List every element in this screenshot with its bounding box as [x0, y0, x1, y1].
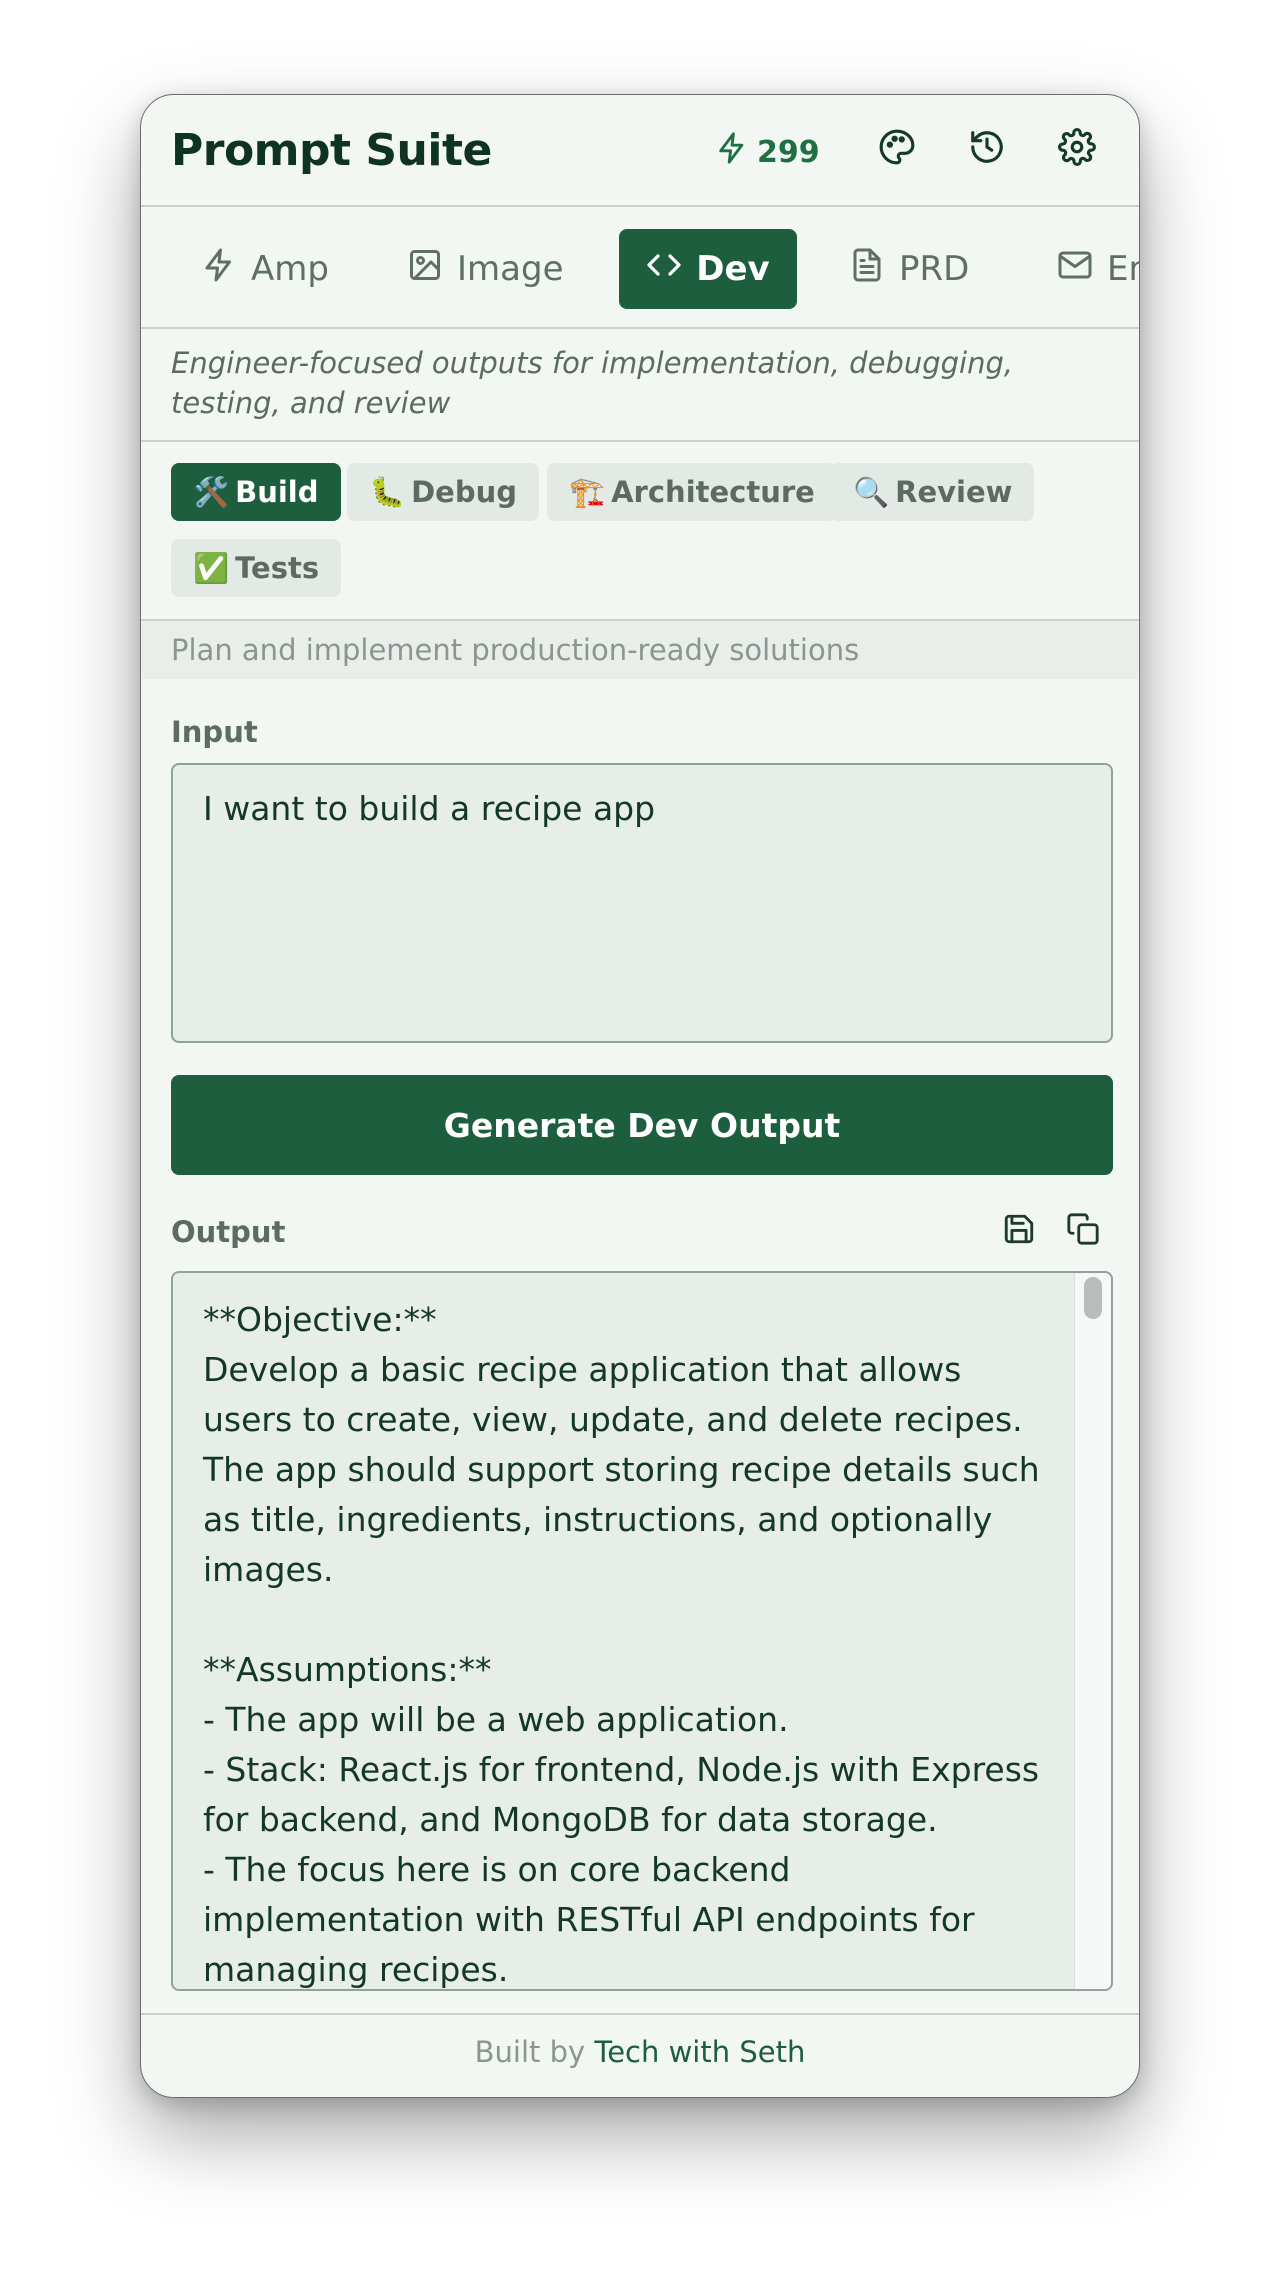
bug-icon: 🐛: [369, 474, 406, 509]
author-link[interactable]: Tech with Seth: [594, 2035, 805, 2069]
tab-amp[interactable]: Amp: [175, 229, 355, 309]
tab-description: Engineer-focused outputs for implementat…: [171, 346, 1014, 420]
tab-email[interactable]: Email: [1031, 229, 1139, 309]
mail-icon: [1057, 247, 1093, 292]
app-window: Prompt Suite 299 Amp Image Dev PRD E Eng…: [140, 94, 1140, 2098]
divider: [141, 440, 1139, 442]
copy-icon: [1066, 1212, 1100, 1250]
mode-label: Tests: [235, 551, 320, 585]
divider: [141, 2013, 1139, 2015]
tab-dev[interactable]: Dev: [619, 229, 797, 309]
input-textarea[interactable]: I want to build a recipe app: [171, 763, 1113, 1043]
mode-label: Review: [895, 475, 1013, 509]
mode-debug[interactable]: 🐛 Debug: [347, 463, 540, 521]
save-button[interactable]: [999, 1211, 1039, 1251]
input-label: Input: [171, 715, 258, 749]
bolt-icon: [201, 247, 237, 292]
output-text: **Objective:** Develop a basic recipe ap…: [203, 1300, 1040, 1989]
settings-icon: [1058, 128, 1096, 170]
header: Prompt Suite 299: [141, 95, 1139, 207]
generate-button[interactable]: Generate Dev Output: [171, 1075, 1113, 1175]
code-icon: [646, 247, 682, 292]
mode-architecture[interactable]: 🏗️ Architecture: [547, 463, 837, 521]
tab-bar: Amp Image Dev PRD Email: [141, 207, 1139, 329]
mode-label: Debug: [411, 475, 518, 509]
copy-button[interactable]: [1063, 1211, 1103, 1251]
app-title: Prompt Suite: [171, 125, 492, 176]
mode-label: Architecture: [611, 475, 815, 509]
mode-hint: Plan and implement production-ready solu…: [141, 621, 1139, 679]
credits-count: 299: [757, 134, 820, 170]
construction-icon: 🏗️: [569, 474, 606, 509]
output-scrollbar[interactable]: [1074, 1273, 1111, 1989]
tab-image[interactable]: Image: [381, 229, 589, 309]
tab-label: Amp: [251, 249, 329, 289]
tab-label: PRD: [899, 249, 970, 289]
document-icon: [849, 247, 885, 292]
footer: Built by Tech with Seth: [141, 2035, 1139, 2069]
hammer-wrench-icon: 🛠️: [193, 474, 230, 509]
magnifier-icon: 🔍: [853, 474, 890, 509]
settings-button[interactable]: [1053, 125, 1101, 173]
footer-prefix: Built by: [474, 2035, 586, 2069]
mode-review[interactable]: 🔍 Review: [831, 463, 1035, 521]
save-icon: [1002, 1212, 1036, 1250]
output-textarea[interactable]: **Objective:** Develop a basic recipe ap…: [171, 1271, 1113, 1991]
mode-label: Build: [235, 475, 319, 509]
tab-prd[interactable]: PRD: [823, 229, 995, 309]
history-icon: [968, 128, 1006, 170]
mode-tests[interactable]: ✅ Tests: [171, 539, 342, 597]
tab-label: Email: [1107, 249, 1139, 289]
tab-label: Dev: [696, 249, 770, 289]
palette-button[interactable]: [873, 125, 921, 173]
history-button[interactable]: [963, 125, 1011, 173]
tab-label: Image: [457, 249, 564, 289]
bolt-icon: [715, 131, 749, 173]
scrollbar-thumb[interactable]: [1084, 1277, 1102, 1319]
image-icon: [407, 247, 443, 292]
palette-icon: [878, 128, 916, 170]
check-icon: ✅: [193, 550, 230, 585]
mode-build[interactable]: 🛠️ Build: [171, 463, 341, 521]
credits-counter: 299: [715, 131, 820, 173]
output-label: Output: [171, 1215, 286, 1249]
